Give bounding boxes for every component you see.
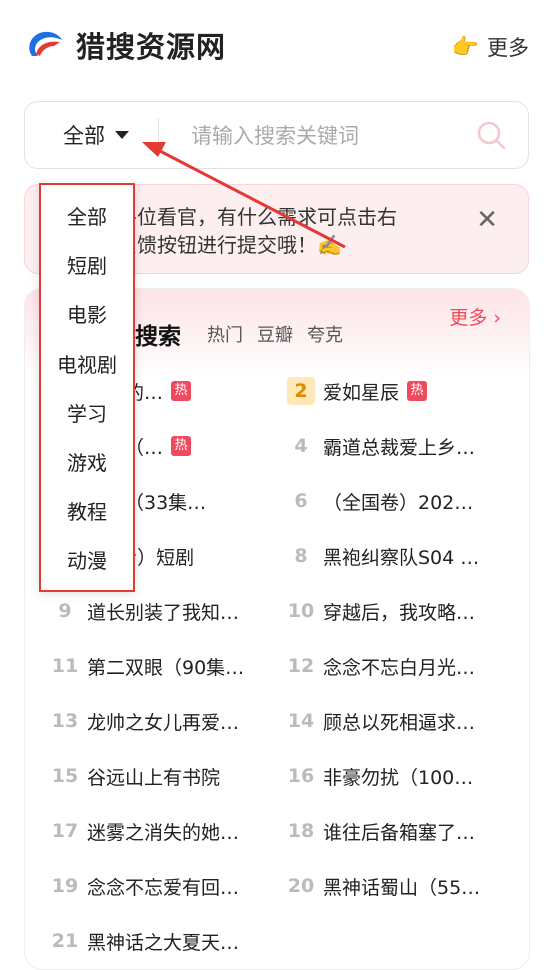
hot-badge: 热 (171, 381, 192, 401)
rank-number: 21 (51, 930, 79, 952)
item-title: 龙帅之女儿再爱… (87, 711, 240, 734)
dropdown-option[interactable]: 学习 (41, 398, 133, 427)
tab-douban[interactable]: 豆瓣 (257, 321, 293, 347)
dropdown-option[interactable]: 全部 (41, 201, 133, 230)
item-title: 谁往后备箱塞了… (323, 821, 476, 844)
rank-number: 16 (287, 765, 315, 787)
item-title: （全国卷）202… (323, 491, 474, 514)
rank-number: 2 (287, 377, 315, 405)
header: 猎搜资源网 👉 更多 (0, 0, 553, 90)
search-bar: 全部 (24, 101, 529, 169)
divider (158, 118, 159, 152)
notice-line-1: 各位看官，有什么需求可点击右 (117, 205, 397, 229)
dropdown-option[interactable]: 教程 (41, 496, 133, 525)
rank-number: 13 (51, 710, 79, 732)
item-title: 爱如星辰 (323, 381, 400, 404)
dropdown-option[interactable]: 电视剧 (41, 349, 133, 378)
list-item[interactable]: 10 穿越后，我攻略… (287, 596, 475, 626)
panel-more-link[interactable]: 更多 › (449, 303, 501, 330)
search-icon[interactable] (476, 120, 506, 150)
list-item[interactable]: 13 龙帅之女儿再爱… (51, 706, 239, 736)
dropdown-option[interactable]: 动漫 (41, 545, 133, 574)
scope-dropdown: 全部短剧电影电视剧学习游戏教程动漫 (39, 183, 135, 592)
rank-number: 15 (51, 765, 79, 787)
list-item[interactable]: 17 迷雾之消失的她… (51, 816, 239, 846)
rank-number: 20 (287, 875, 315, 897)
item-title: 穿越后，我攻略… (323, 601, 476, 624)
item-title: 黑神话之大夏天… (87, 931, 240, 954)
list-item[interactable]: 8 黑袍纠察队S04 … (287, 541, 479, 571)
notice-line-2: 反馈按钮进行提交哦！✍️ (117, 233, 342, 257)
close-icon[interactable]: ✕ (476, 205, 498, 235)
item-title: 黑神话蜀山（55… (323, 876, 481, 899)
dropdown-option[interactable]: 游戏 (41, 447, 133, 476)
item-title: 道长别装了我知… (87, 601, 240, 624)
list-item[interactable]: 14 顾总以死相逼求… (287, 706, 475, 736)
rank-number: 11 (51, 655, 79, 677)
list-item[interactable]: 20 黑神话蜀山（55… (287, 871, 480, 901)
list-item[interactable]: 6 （全国卷）202… (287, 486, 473, 516)
hot-badge: 热 (407, 381, 428, 401)
rank-number: 8 (294, 545, 308, 567)
list-item[interactable]: 19 念念不忘爱有回… (51, 871, 239, 901)
list-item[interactable]: 4 霸道总裁爱上乡… (287, 431, 475, 461)
list-item[interactable]: 2 爱如星辰热 (287, 376, 428, 406)
more-button[interactable]: 👉 更多 (452, 32, 529, 62)
tab-hot[interactable]: 热门 (207, 321, 243, 347)
rank-number: 14 (287, 710, 315, 732)
list-item[interactable]: 15 谷远山上有书院 (51, 761, 220, 791)
item-title: 非豪勿扰（100… (323, 766, 474, 789)
rank-number: 4 (294, 435, 308, 457)
dropdown-option[interactable]: 短剧 (41, 250, 133, 279)
item-title: 谷远山上有书院 (87, 766, 221, 789)
hot-badge: 热 (171, 436, 192, 456)
list-item[interactable]: 9 道长别装了我知… (51, 596, 239, 626)
list-item[interactable]: 21 黑神话之大夏天… (51, 926, 239, 956)
rank-number: 17 (51, 820, 79, 842)
panel-title: 搜索 (135, 324, 181, 350)
item-title: 第二双眼（90集… (87, 656, 245, 679)
notice-text: 各位看官，有什么需求可点击右 反馈按钮进行提交哦！✍️ (117, 203, 447, 259)
site-title[interactable]: 猎搜资源网 (76, 24, 226, 66)
list-item[interactable]: 16 非豪勿扰（100… (287, 761, 474, 791)
item-title: 顾总以死相逼求… (323, 711, 476, 734)
scope-select[interactable]: 全部 (63, 120, 129, 150)
item-title: 霸道总裁爱上乡… (323, 436, 476, 459)
list-item[interactable]: 11 第二双眼（90集… (51, 651, 244, 681)
list-item[interactable]: 18 谁往后备箱塞了… (287, 816, 475, 846)
rank-number: 9 (58, 600, 72, 622)
item-title: 黑袍纠察队S04 … (323, 546, 480, 569)
search-input[interactable] (189, 116, 463, 156)
caret-down-icon (115, 131, 129, 139)
dropdown-option[interactable]: 电影 (41, 299, 133, 328)
more-label: 更多 (487, 36, 529, 60)
site-logo-icon[interactable] (24, 26, 64, 62)
item-title: 迷雾之消失的她… (87, 821, 240, 844)
rank-number: 19 (51, 875, 79, 897)
rank-number: 6 (294, 490, 308, 512)
rank-number: 18 (287, 820, 315, 842)
list-item[interactable]: 12 念念不忘白月光… (287, 651, 475, 681)
rank-number: 12 (287, 655, 315, 677)
pointing-hand-icon: 👉 (451, 34, 479, 60)
item-title: 念念不忘白月光… (323, 656, 476, 679)
tab-quark[interactable]: 夸克 (307, 321, 343, 347)
rank-number: 10 (287, 600, 315, 622)
scope-label: 全部 (63, 124, 105, 148)
item-title: 念念不忘爱有回… (87, 876, 240, 899)
